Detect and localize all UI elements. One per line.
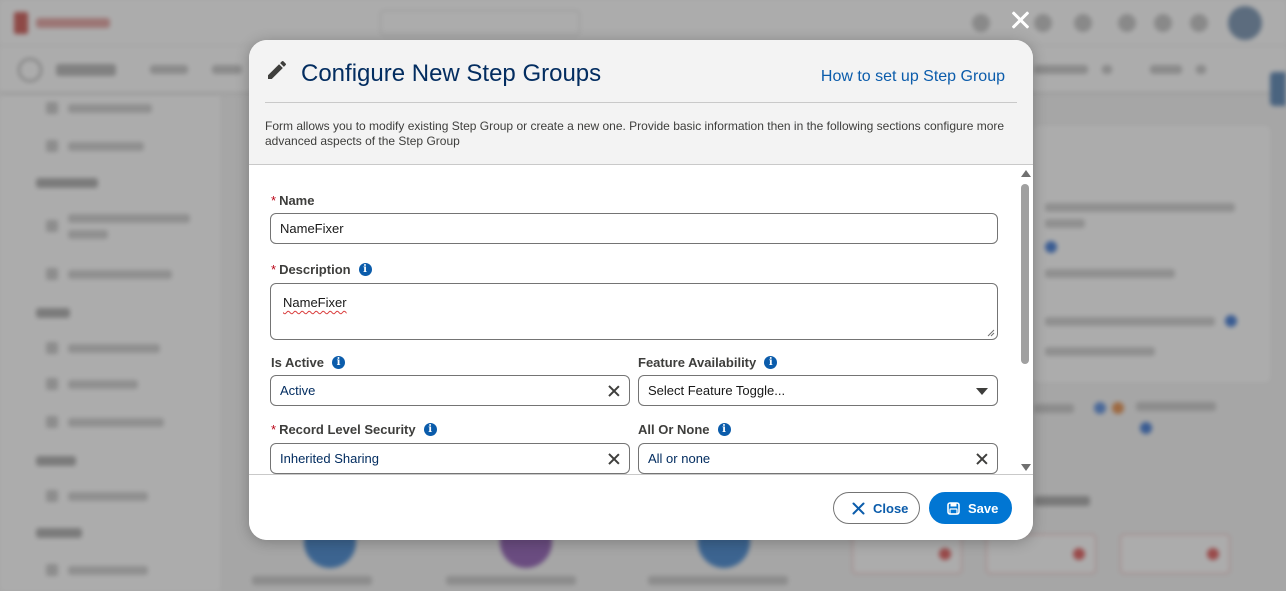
feature-availability-label: Feature Availability i (638, 355, 778, 370)
is-active-label: Is Active i (271, 355, 345, 370)
name-label: * Name (271, 193, 315, 208)
info-icon[interactable]: i (423, 422, 437, 436)
save-button[interactable]: Save (929, 492, 1012, 524)
info-icon[interactable]: i (764, 355, 778, 369)
description-value: NameFixer (283, 295, 347, 310)
modal-body[interactable]: * Name NameFixer * Description i NameFixer … (249, 166, 1033, 474)
scrollbar-thumb[interactable] (1021, 184, 1029, 364)
feature-placeholder: Select Feature Toggle... (648, 383, 786, 398)
description-textarea[interactable]: NameFixer (270, 283, 998, 340)
info-icon[interactable]: i (358, 262, 372, 276)
all-or-none-label: All Or None i (638, 422, 731, 437)
configure-step-group-modal: Configure New Step Groups How to set up … (249, 40, 1033, 540)
required-marker: * (271, 193, 277, 208)
scrollbar[interactable] (1019, 168, 1033, 473)
clear-icon[interactable] (975, 452, 989, 466)
name-input[interactable]: NameFixer (270, 213, 998, 244)
resize-handle-icon[interactable] (987, 329, 995, 337)
modal-title: Configure New Step Groups (301, 60, 602, 87)
modal-description: Form allows you to modify existing Step … (265, 119, 1005, 148)
record-level-security-value: Inherited Sharing (280, 451, 380, 466)
close-button-label: Close (873, 501, 909, 516)
all-or-none-value: All or none (648, 451, 711, 466)
is-active-combobox[interactable]: Active (270, 375, 630, 406)
close-icon (852, 502, 865, 515)
info-icon[interactable]: i (332, 355, 345, 369)
info-icon[interactable]: i (717, 422, 731, 436)
chevron-down-icon[interactable] (976, 388, 988, 395)
modal-footer: Close Save (249, 474, 1033, 540)
clear-icon[interactable] (607, 452, 621, 466)
description-label: * Description i (271, 262, 372, 277)
record-level-security-combobox[interactable]: Inherited Sharing (270, 443, 630, 474)
all-or-none-combobox[interactable]: All or none (638, 443, 998, 474)
record-level-security-label: * Record Level Security i (271, 422, 437, 437)
scroll-up-icon[interactable] (1021, 170, 1031, 177)
modal-header: Configure New Step Groups How to set up … (249, 40, 1033, 165)
header-divider (265, 102, 1017, 103)
pencil-icon (268, 60, 287, 79)
save-button-label: Save (968, 501, 999, 516)
required-marker: * (271, 422, 277, 437)
close-button[interactable]: Close (833, 492, 920, 524)
scroll-down-icon[interactable] (1021, 464, 1031, 471)
save-icon (947, 502, 960, 515)
close-icon[interactable] (1008, 8, 1032, 32)
required-marker: * (271, 262, 277, 277)
feature-availability-select[interactable]: Select Feature Toggle... (638, 375, 998, 406)
help-link[interactable]: How to set up Step Group (821, 68, 1005, 86)
clear-icon[interactable] (607, 384, 621, 398)
is-active-value: Active (280, 383, 316, 398)
